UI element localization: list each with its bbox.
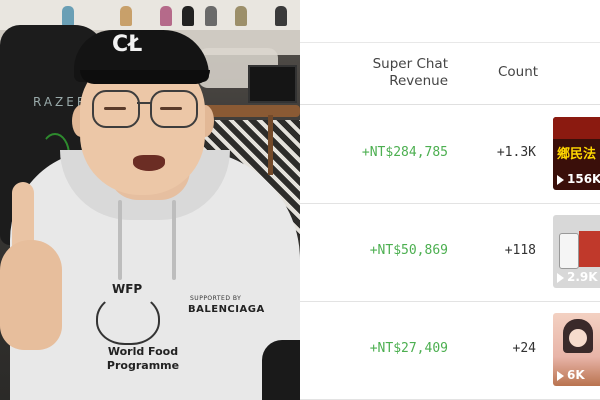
table-row[interactable]: +NT$27,409 +24 6K: [300, 301, 600, 400]
figure: [205, 6, 217, 26]
cap-brim: [80, 70, 210, 84]
table-row[interactable]: +NT$50,869 +118 2.9K: [300, 203, 600, 302]
cap-logo: CŁ: [112, 32, 143, 57]
anime-face: [569, 329, 587, 347]
column-header-revenue: Super Chat Revenue: [328, 56, 448, 90]
play-icon: [557, 370, 564, 381]
views-count: 2.9K: [567, 270, 598, 284]
eye: [160, 107, 182, 110]
brand-name: BALENCIAGA: [188, 304, 265, 315]
hoodie-string: [172, 200, 176, 280]
mouth: [133, 155, 165, 171]
wfp-name: World Food Programme: [103, 345, 183, 373]
figure: [235, 6, 247, 26]
column-header-revenue-line2: Revenue: [389, 73, 448, 89]
glasses-bridge: [137, 102, 151, 104]
views-count: 6K: [567, 368, 585, 382]
wfp-wreath-icon: [96, 293, 160, 345]
figure: [160, 6, 172, 26]
count-value: +24: [512, 341, 536, 356]
count-value: +118: [504, 243, 536, 258]
column-header-count: Count: [498, 64, 539, 80]
revenue-value: +NT$27,409: [369, 341, 448, 356]
super-chat-table: Super Chat Revenue Count +NT$284,785 +1.…: [300, 0, 600, 400]
hoodie-string: [118, 200, 122, 280]
eye: [104, 107, 126, 110]
views-count: 156K: [567, 172, 600, 186]
hand: [0, 240, 62, 350]
thumbnail-banner: [553, 117, 600, 139]
product-device: [579, 231, 600, 267]
table-row[interactable]: +NT$284,785 +1.3K 鄉民法 156K: [300, 105, 600, 204]
thumbnail-views: 6K: [553, 368, 585, 382]
product-box: [559, 233, 579, 269]
wfp-name-line2: Programme: [106, 359, 180, 372]
count-value: +1.3K: [496, 145, 536, 160]
figure: [275, 6, 287, 26]
divider: [300, 42, 600, 43]
play-icon: [557, 272, 564, 283]
column-header-revenue-line1: Super Chat: [372, 56, 448, 72]
figure: [182, 6, 194, 26]
thumbnail-views: 2.9K: [553, 270, 598, 284]
supported-by: SUPPORTED BY: [190, 295, 242, 302]
webcam-video: RAZER CŁ WFP World Food Programme SUPPOR…: [0, 0, 300, 400]
video-thumbnail[interactable]: 2.9K: [553, 215, 600, 288]
video-thumbnail[interactable]: 6K: [553, 313, 600, 386]
thumbnail-text: 鄉民法: [557, 147, 597, 162]
figure: [120, 6, 132, 26]
wfp-name-line1: World Food: [107, 345, 179, 358]
video-thumbnail[interactable]: 鄉民法 156K: [553, 117, 600, 190]
thumbnail-views: 156K: [553, 172, 600, 186]
play-icon: [557, 174, 564, 185]
chair-armrest: [262, 340, 300, 400]
monitor: [248, 65, 297, 103]
table-leg: [268, 115, 273, 175]
revenue-value: +NT$50,869: [369, 243, 448, 258]
figure: [62, 6, 74, 26]
revenue-value: +NT$284,785: [361, 145, 448, 160]
